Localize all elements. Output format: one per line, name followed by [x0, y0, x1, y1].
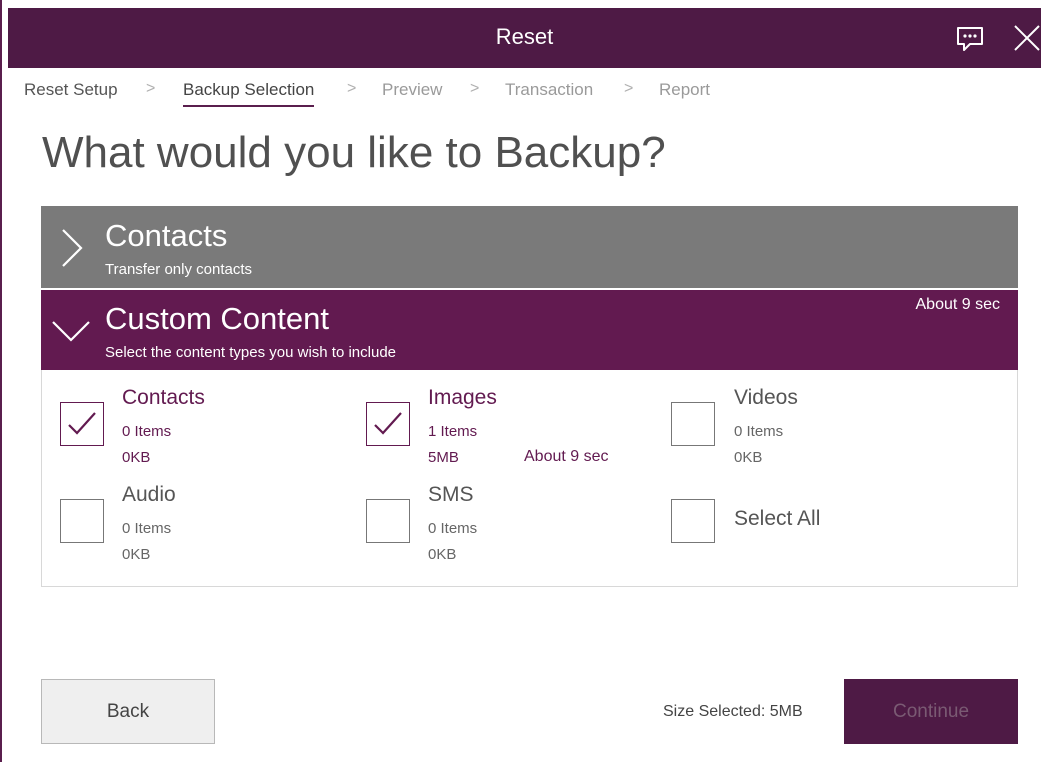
chevron-right-icon	[57, 228, 91, 268]
select-all-label: Select All	[734, 507, 821, 530]
breadcrumb-report: Report	[659, 80, 711, 99]
content-type-panel: Contacts 0 Items 0KB Images 1 Items 5MB …	[41, 370, 1018, 587]
videos-label: Videos	[734, 386, 798, 409]
images-checkbox[interactable]	[366, 402, 410, 446]
back-button[interactable]: Back	[41, 679, 215, 744]
accordion-custom-content[interactable]: Custom Content Select the content types …	[41, 290, 1018, 370]
page-title: What would you like to Backup?	[42, 128, 666, 177]
size-selected-text: Size Selected: 5MB	[663, 703, 803, 720]
sms-label: SMS	[428, 483, 474, 506]
accordion-contacts[interactable]: Contacts Transfer only contacts	[41, 206, 1018, 288]
breadcrumb-separator: >	[624, 80, 634, 97]
window-border	[0, 0, 2, 762]
breadcrumb-preview: Preview	[382, 80, 443, 99]
videos-count: 0 Items	[734, 423, 784, 440]
contacts-label: Contacts	[122, 386, 205, 409]
breadcrumb-transaction: Transaction	[505, 80, 594, 99]
accordion-custom-subtitle: Select the content types you wish to inc…	[105, 344, 397, 361]
breadcrumb-backup-selection[interactable]: Backup Selection	[183, 80, 315, 107]
contacts-size: 0KB	[122, 449, 151, 466]
close-icon[interactable]	[1012, 23, 1041, 53]
accordion-contacts-subtitle: Transfer only contacts	[105, 261, 253, 278]
continue-button[interactable]: Continue	[844, 679, 1018, 744]
contacts-count: 0 Items	[122, 423, 172, 440]
audio-count: 0 Items	[122, 520, 172, 537]
videos-size: 0KB	[734, 449, 763, 466]
window-title: Reset	[495, 24, 554, 49]
sms-size: 0KB	[428, 546, 457, 563]
videos-checkbox[interactable]	[671, 402, 715, 446]
audio-checkbox[interactable]	[60, 499, 104, 543]
checkmark-icon	[374, 412, 402, 435]
images-count: 1 Items	[428, 423, 478, 440]
select-all-checkbox[interactable]	[671, 499, 715, 543]
images-label: Images	[428, 386, 497, 409]
sms-checkbox[interactable]	[366, 499, 410, 543]
sms-count: 0 Items	[428, 520, 478, 537]
feedback-icon[interactable]	[954, 25, 988, 53]
breadcrumb-separator: >	[347, 80, 357, 97]
breadcrumb-separator: >	[146, 80, 156, 97]
breadcrumb-separator: >	[470, 80, 480, 97]
chevron-down-icon	[51, 318, 91, 344]
images-size: 5MB	[428, 449, 459, 466]
title-bar: Reset	[8, 8, 1041, 68]
accordion-contacts-title: Contacts	[105, 218, 228, 253]
images-time: About 9 sec	[524, 448, 609, 465]
contacts-checkbox[interactable]	[60, 402, 104, 446]
audio-size: 0KB	[122, 546, 151, 563]
breadcrumb-reset-setup[interactable]: Reset Setup	[24, 80, 118, 100]
checkmark-icon	[68, 412, 96, 435]
accordion-custom-title: Custom Content	[105, 301, 329, 336]
audio-label: Audio	[122, 483, 176, 506]
estimated-time: About 9 sec	[915, 296, 1001, 313]
